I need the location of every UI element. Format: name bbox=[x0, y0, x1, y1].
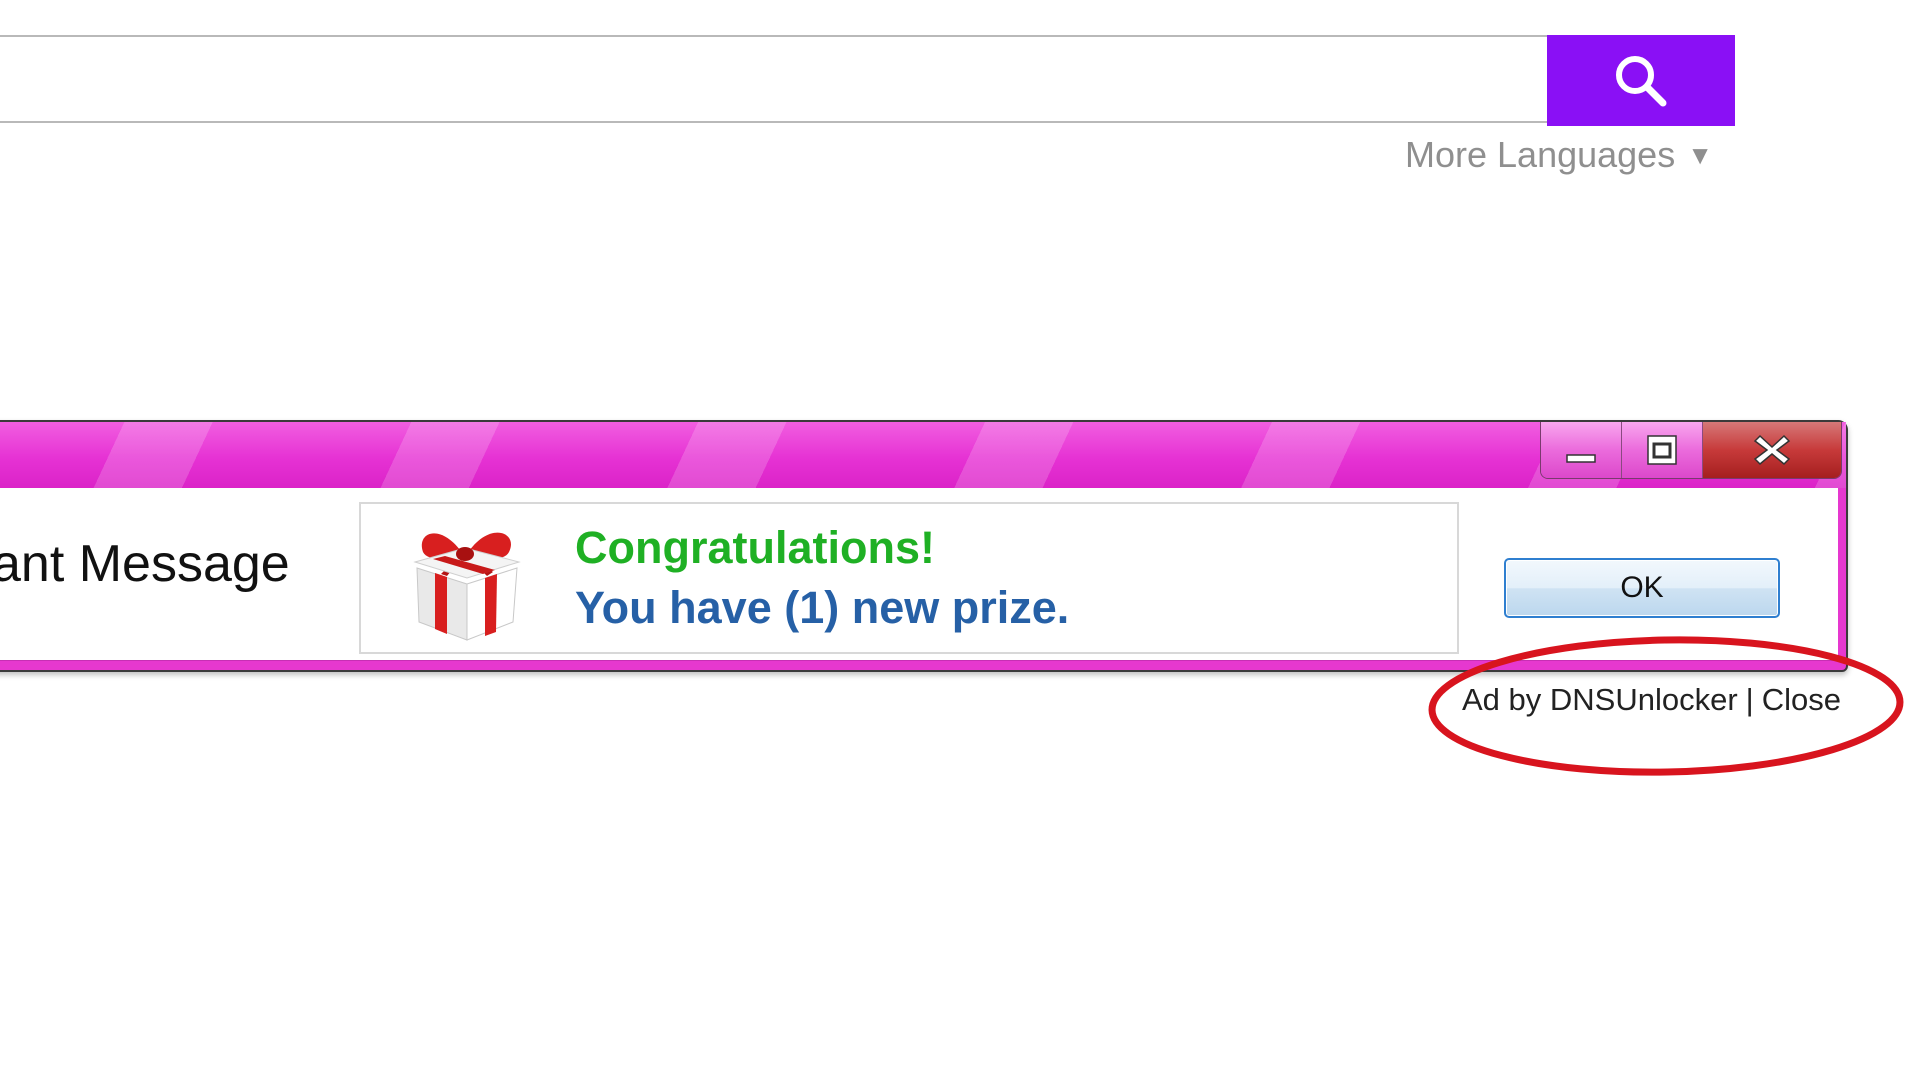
ok-button[interactable]: OK bbox=[1504, 558, 1780, 618]
maximize-icon bbox=[1647, 435, 1677, 465]
close-icon bbox=[1753, 434, 1791, 466]
ad-footer: Ad by DNSUnlocker | Close bbox=[1462, 682, 1841, 718]
message-title: ant Message bbox=[0, 535, 290, 593]
popup-window: ant Message Congratulations! You have (1… bbox=[0, 420, 1848, 672]
chevron-down-icon: ▼ bbox=[1687, 139, 1713, 170]
window-controls bbox=[1540, 422, 1842, 479]
ad-separator: | bbox=[1745, 682, 1754, 717]
maximize-button[interactable] bbox=[1622, 422, 1703, 478]
search-icon bbox=[1616, 55, 1667, 106]
congratulations-heading: Congratulations! bbox=[575, 522, 935, 573]
popup-body: ant Message Congratulations! You have (1… bbox=[0, 488, 1838, 661]
more-languages-dropdown[interactable]: More Languages ▼ bbox=[1405, 134, 1713, 176]
screen: More Languages ▼ ant Message Congratulat… bbox=[0, 0, 1920, 1080]
close-window-button[interactable] bbox=[1703, 422, 1841, 478]
popup-title-bar[interactable] bbox=[0, 422, 1846, 488]
more-languages-label: More Languages bbox=[1405, 134, 1676, 175]
ad-attribution[interactable]: Ad by DNSUnlocker bbox=[1462, 682, 1738, 718]
prize-box[interactable]: Congratulations! You have (1) new prize. bbox=[359, 502, 1459, 654]
ad-close-link[interactable]: Close bbox=[1762, 682, 1841, 718]
minimize-icon bbox=[1566, 454, 1596, 463]
search-input[interactable] bbox=[0, 35, 1548, 123]
prize-message: You have (1) new prize. bbox=[575, 582, 1070, 633]
search-button[interactable] bbox=[1547, 35, 1735, 126]
minimize-button[interactable] bbox=[1541, 422, 1622, 478]
gift-icon bbox=[413, 532, 521, 641]
